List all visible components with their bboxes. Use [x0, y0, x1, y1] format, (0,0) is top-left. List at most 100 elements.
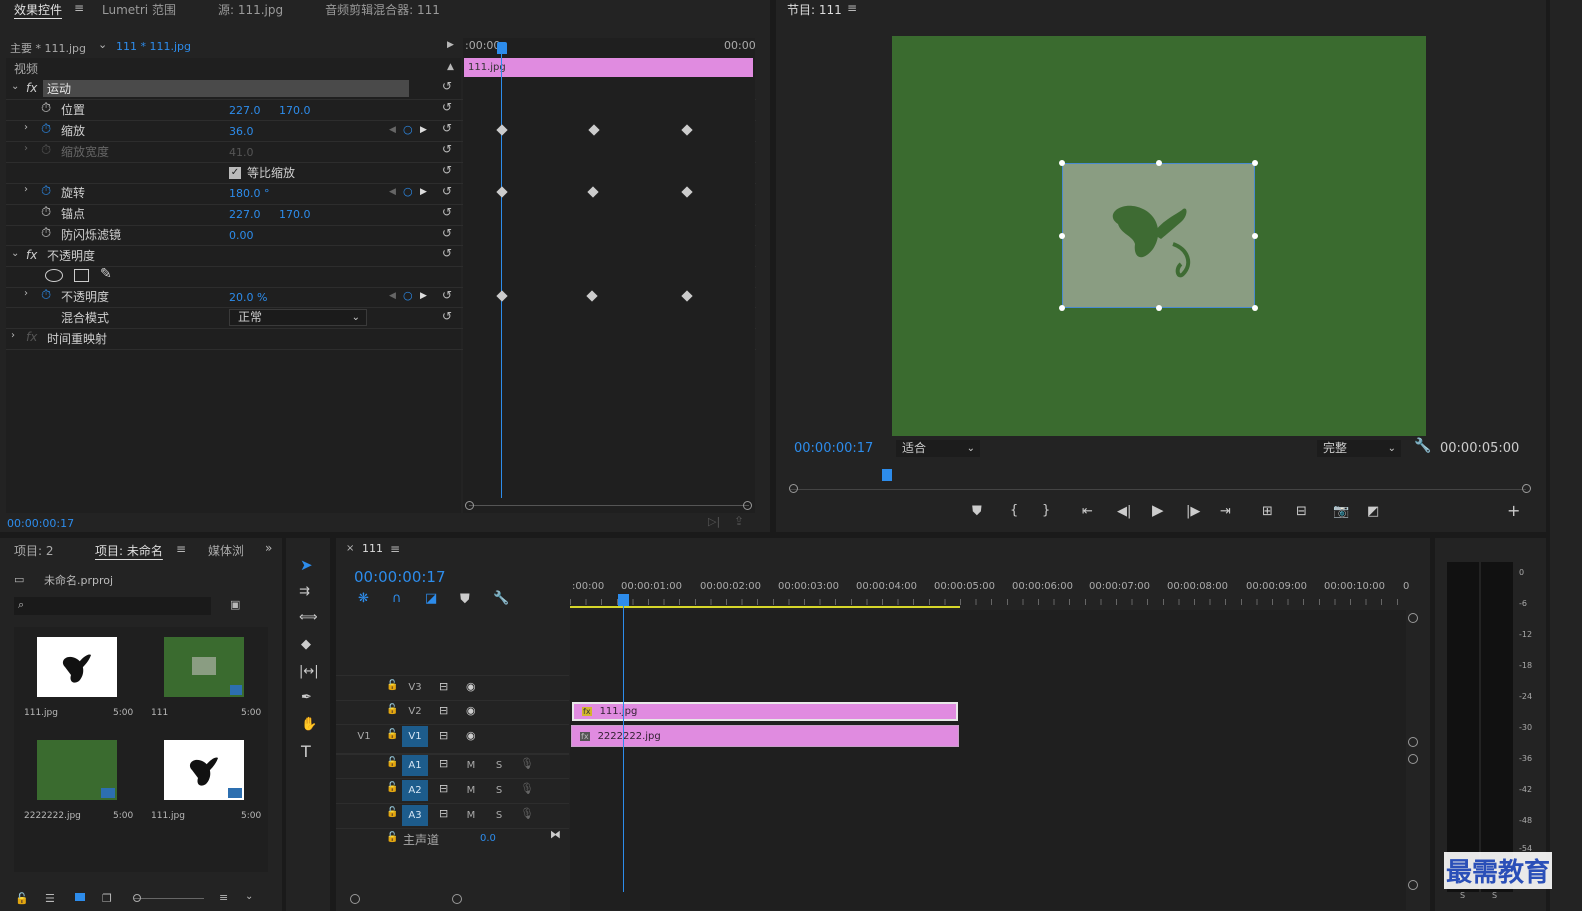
transform-handle[interactable] — [1252, 160, 1258, 166]
program-scrub-ruler[interactable] — [790, 478, 1526, 490]
sync-lock-icon[interactable]: ⊟ — [439, 681, 448, 692]
reset-icon[interactable]: ↺ — [442, 246, 452, 260]
kf-scroll-handle-left[interactable] — [465, 501, 474, 510]
reset-icon[interactable]: ↺ — [442, 142, 452, 156]
selection-tool-icon[interactable]: ➤ — [300, 558, 313, 573]
snap-icon[interactable]: ∩ — [392, 592, 402, 605]
kf-scrollbar[interactable] — [469, 505, 749, 506]
transform-handle[interactable] — [1059, 160, 1065, 166]
tab-audio-mixer[interactable]: 音频剪辑混合器: 111 — [311, 1, 454, 18]
filter-icon[interactable]: ▷| — [708, 515, 720, 528]
add-keyframe-icon[interactable]: ○ — [403, 289, 413, 302]
master-track-value[interactable]: 0.0 — [480, 833, 496, 844]
eye-icon[interactable]: ◉ — [466, 681, 476, 692]
microphone-icon[interactable]: 🎙 — [520, 758, 534, 769]
nest-icon[interactable]: ❋ — [358, 592, 369, 605]
go-to-out-icon[interactable]: ⇥ — [1220, 505, 1231, 518]
stopwatch-active-icon[interactable]: ⏱ — [41, 289, 51, 302]
double-chevron-icon[interactable]: » — [265, 541, 272, 555]
stopwatch-active-icon[interactable]: ⏱ — [41, 123, 51, 136]
opacity-value[interactable]: 20.0 % — [229, 291, 267, 304]
camera-icon[interactable]: 📷 — [1333, 505, 1349, 518]
horizontal-scroll-handle[interactable] — [452, 894, 462, 904]
chevron-open-icon[interactable]: ⌄ — [11, 248, 19, 259]
tab-lumetri[interactable]: Lumetri 范围 — [88, 1, 190, 18]
blend-mode-select[interactable]: 正常 ⌄ — [229, 309, 367, 326]
lock-icon[interactable]: 🔓 — [386, 705, 398, 715]
add-marker-icon[interactable]: ⛊ — [460, 593, 470, 606]
rotation-value[interactable]: 180.0 ° — [229, 187, 270, 200]
new-bin-icon[interactable]: ▣ — [230, 598, 240, 611]
sequence-clip-label[interactable]: 111 * 111.jpg — [116, 40, 191, 53]
step-back-icon[interactable]: ◀| — [1117, 505, 1131, 518]
tab-project-untitled[interactable]: 项目: 未命名 — [95, 542, 163, 559]
list-view-icon[interactable]: ☰ — [45, 892, 55, 905]
collapse-up-icon[interactable]: ▲ — [447, 62, 454, 72]
horizontal-scroll-handle[interactable] — [350, 894, 360, 904]
selected-image-layer[interactable] — [1062, 163, 1255, 308]
program-timecode[interactable]: 00:00:00:17 — [794, 441, 873, 456]
reset-icon[interactable]: ↺ — [442, 100, 452, 114]
transform-handle[interactable] — [1252, 305, 1258, 311]
clip-v2-111-jpg[interactable]: fx 111.jpg — [572, 702, 958, 721]
play-icon[interactable]: ▶ — [1152, 503, 1164, 518]
reset-icon[interactable]: ↺ — [442, 79, 452, 93]
overwrite-icon[interactable]: ⊟ — [1296, 505, 1307, 518]
mark-in-icon[interactable]: { — [1010, 504, 1018, 517]
uniform-scale-checkbox[interactable]: ✓ — [229, 167, 241, 179]
mute-button[interactable]: M — [464, 785, 478, 796]
flicker-value[interactable]: 0.00 — [229, 229, 254, 242]
video-scroll-handle[interactable] — [1408, 613, 1418, 623]
eye-icon[interactable]: ◉ — [466, 705, 476, 716]
solo-button[interactable]: S — [492, 785, 506, 796]
stopwatch-icon[interactable]: ⏱ — [41, 227, 51, 240]
position-x-value[interactable]: 227.0 — [229, 104, 261, 117]
lock-icon[interactable]: 🔓 — [386, 730, 398, 740]
lock-icon[interactable]: 🔓 — [386, 808, 398, 818]
track-select-tool-icon[interactable]: ⇉ — [299, 585, 310, 598]
master-clip-label[interactable]: 主要 * 111.jpg — [10, 40, 86, 56]
pen-mask-icon[interactable]: ✎ — [100, 266, 112, 282]
reset-icon[interactable]: ↺ — [442, 121, 452, 135]
program-scroll-end[interactable] — [1522, 484, 1531, 493]
transform-handle[interactable] — [1156, 305, 1162, 311]
sort-icon[interactable]: ≡ — [219, 891, 228, 904]
tab-source[interactable]: 源: 111.jpg — [204, 1, 297, 18]
icon-view-icon[interactable] — [75, 893, 85, 901]
sync-lock-icon[interactable]: ⊟ — [439, 808, 448, 819]
mute-button[interactable]: M — [464, 810, 478, 821]
chevron-down-icon[interactable]: ⌄ — [98, 38, 107, 51]
play-triangle-icon[interactable]: ▶ — [447, 40, 454, 50]
kf-playhead-handle[interactable] — [497, 42, 507, 54]
microphone-icon[interactable]: 🎙 — [520, 808, 534, 819]
go-to-in-icon[interactable]: ⇤ — [1082, 505, 1093, 518]
transform-handle[interactable] — [1059, 305, 1065, 311]
anchor-x-value[interactable]: 227.0 — [229, 208, 261, 221]
wrench-icon[interactable]: 🔧 — [493, 592, 509, 605]
add-keyframe-icon[interactable]: ○ — [403, 123, 413, 136]
program-playhead[interactable] — [882, 469, 892, 481]
pen-tool-icon[interactable]: ✒ — [301, 691, 312, 704]
slip-tool-icon[interactable]: |↔| — [299, 665, 319, 678]
meter-solo-button[interactable]: S — [1460, 891, 1465, 900]
zoom-slider[interactable] — [134, 898, 204, 899]
linked-selection-icon[interactable]: ◪ — [425, 592, 437, 605]
panel-menu-icon[interactable]: ≡ — [74, 1, 84, 15]
add-marker-icon[interactable]: ⛊ — [972, 505, 982, 518]
track-target-v1[interactable]: V1 — [402, 726, 428, 747]
tab-effect-controls[interactable]: 效果控件 — [0, 1, 76, 18]
fx-icon[interactable]: fx — [26, 81, 37, 95]
expand-icon[interactable]: › — [24, 184, 28, 195]
program-scroll-start[interactable] — [789, 484, 798, 493]
thumbnail-111-jpg-2[interactable] — [164, 740, 244, 800]
tab-media-browser[interactable]: 媒体浏 — [208, 542, 244, 559]
anchor-y-value[interactable]: 170.0 — [279, 208, 311, 221]
transform-handle[interactable] — [1059, 233, 1065, 239]
thumbnail-111-jpg[interactable] — [37, 637, 117, 697]
close-icon[interactable]: × — [346, 543, 354, 554]
next-keyframe-icon[interactable]: ▶ — [420, 187, 427, 197]
motion-label[interactable]: 运动 — [47, 78, 71, 99]
keyframe-timeline[interactable] — [463, 38, 755, 513]
track-target-a3[interactable]: A3 — [402, 805, 428, 826]
hand-tool-icon[interactable]: ✋ — [301, 718, 317, 731]
